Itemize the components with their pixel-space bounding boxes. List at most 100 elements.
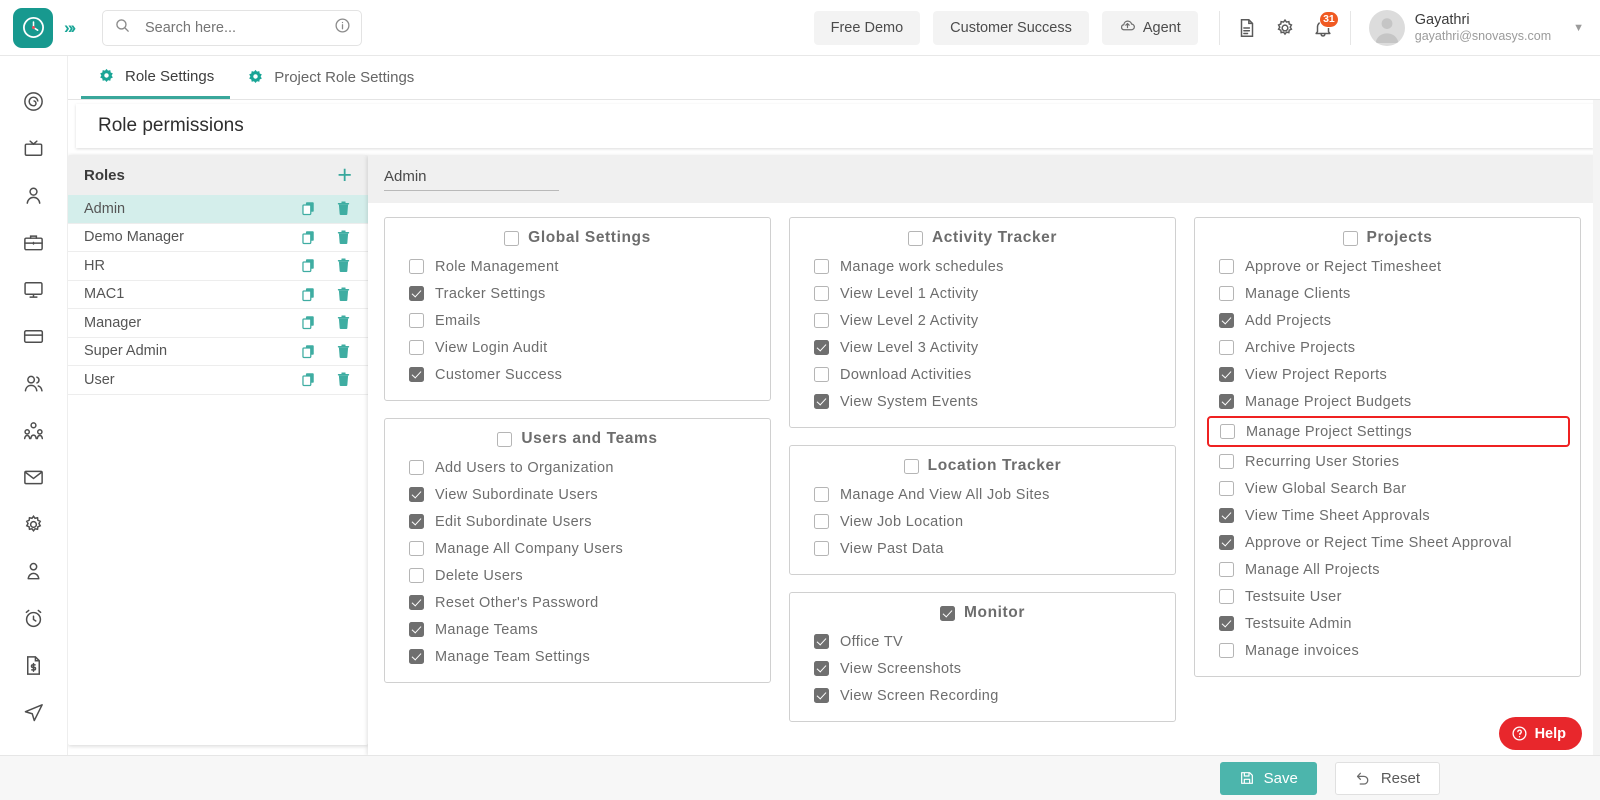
search-input[interactable]	[145, 20, 334, 36]
permission-option[interactable]: Manage work schedules	[790, 253, 1175, 280]
user-info[interactable]: Gayathri gayathri@snovasys.com	[1415, 11, 1551, 45]
add-role-button[interactable]: +	[337, 163, 352, 188]
permission-option[interactable]: Archive Projects	[1195, 334, 1580, 361]
role-row[interactable]: MAC1	[68, 281, 368, 310]
rail-item-settings[interactable]	[11, 501, 57, 548]
role-row[interactable]: Super Admin	[68, 338, 368, 367]
permission-checkbox[interactable]	[1219, 340, 1234, 355]
info-icon[interactable]	[334, 17, 351, 39]
chevron-down-icon[interactable]: ▼	[1573, 22, 1584, 34]
copy-role-button[interactable]	[300, 200, 317, 217]
permission-checkbox[interactable]	[814, 661, 829, 676]
permission-option[interactable]: View Subordinate Users	[385, 481, 770, 508]
permission-checkbox[interactable]	[1219, 286, 1234, 301]
permission-option[interactable]: View Screenshots	[790, 655, 1175, 682]
permission-checkbox[interactable]	[409, 367, 424, 382]
role-row[interactable]: Admin	[68, 195, 368, 224]
permission-group-header[interactable]: Activity Tracker	[790, 229, 1175, 247]
permission-option[interactable]: Manage All Projects	[1195, 556, 1580, 583]
help-button[interactable]: Help	[1499, 717, 1582, 750]
permission-checkbox[interactable]	[814, 340, 829, 355]
avatar[interactable]	[1369, 10, 1405, 46]
permission-option[interactable]: View Job Location	[790, 508, 1175, 535]
permission-checkbox[interactable]	[1219, 643, 1234, 658]
permission-option[interactable]: Add Users to Organization	[385, 454, 770, 481]
permission-checkbox[interactable]	[1219, 394, 1234, 409]
copy-role-button[interactable]	[300, 371, 317, 388]
permission-option[interactable]: View Past Data	[790, 535, 1175, 562]
permission-checkbox[interactable]	[814, 688, 829, 703]
permission-checkbox[interactable]	[409, 568, 424, 583]
permission-checkbox[interactable]	[1220, 424, 1235, 439]
permission-option[interactable]: Manage Teams	[385, 616, 770, 643]
permission-checkbox[interactable]	[1219, 259, 1234, 274]
permission-option[interactable]: View Project Reports	[1195, 361, 1580, 388]
permission-option[interactable]: View System Events	[790, 388, 1175, 415]
permission-option[interactable]: Manage Team Settings	[385, 643, 770, 670]
permission-option[interactable]: Testsuite User	[1195, 583, 1580, 610]
role-row[interactable]: User	[68, 366, 368, 395]
permission-option[interactable]: Download Activities	[790, 361, 1175, 388]
group-checkbox[interactable]	[940, 606, 955, 621]
permission-option[interactable]: View Level 3 Activity	[790, 334, 1175, 361]
permission-option[interactable]: Recurring User Stories	[1195, 448, 1580, 475]
delete-role-button[interactable]	[335, 257, 352, 274]
permission-checkbox[interactable]	[814, 259, 829, 274]
permission-option[interactable]: Manage And View All Job Sites	[790, 481, 1175, 508]
permission-option[interactable]: Approve or Reject Time Sheet Approval	[1195, 529, 1580, 556]
permission-checkbox[interactable]	[814, 487, 829, 502]
permission-group-header[interactable]: Projects	[1195, 229, 1580, 247]
rail-item-projects[interactable]	[11, 219, 57, 266]
copy-role-button[interactable]	[300, 343, 317, 360]
delete-role-button[interactable]	[335, 200, 352, 217]
permission-checkbox[interactable]	[409, 514, 424, 529]
permission-option[interactable]: View Screen Recording	[790, 682, 1175, 709]
permission-checkbox[interactable]	[409, 595, 424, 610]
permission-checkbox[interactable]	[814, 514, 829, 529]
group-checkbox[interactable]	[497, 432, 512, 447]
rail-item-dashboard[interactable]	[11, 78, 57, 125]
permission-option[interactable]: Testsuite Admin	[1195, 610, 1580, 637]
delete-role-button[interactable]	[335, 286, 352, 303]
permission-checkbox[interactable]	[1219, 367, 1234, 382]
reset-button[interactable]: Reset	[1335, 762, 1440, 795]
copy-role-button[interactable]	[300, 314, 317, 331]
rail-item-monitor[interactable]	[11, 266, 57, 313]
delete-role-button[interactable]	[335, 371, 352, 388]
delete-role-button[interactable]	[335, 343, 352, 360]
delete-role-button[interactable]	[335, 314, 352, 331]
permission-checkbox[interactable]	[814, 313, 829, 328]
permission-group-header[interactable]: Global Settings	[385, 229, 770, 247]
permission-checkbox[interactable]	[409, 622, 424, 637]
permission-checkbox[interactable]	[1219, 589, 1234, 604]
free-demo-button[interactable]: Free Demo	[814, 11, 921, 45]
permission-checkbox[interactable]	[409, 340, 424, 355]
settings-button[interactable]	[1266, 9, 1304, 47]
role-row[interactable]: Demo Manager	[68, 224, 368, 253]
permission-checkbox[interactable]	[409, 259, 424, 274]
permission-checkbox[interactable]	[1219, 562, 1234, 577]
customer-success-button[interactable]: Customer Success	[933, 11, 1089, 45]
permission-group-header[interactable]: Users and Teams	[385, 430, 770, 448]
permission-option[interactable]: Add Projects	[1195, 307, 1580, 334]
permission-checkbox[interactable]	[814, 541, 829, 556]
copy-role-button[interactable]	[300, 229, 317, 246]
permission-option[interactable]: Tracker Settings	[385, 280, 770, 307]
rail-item-billing[interactable]	[11, 313, 57, 360]
document-button[interactable]	[1228, 9, 1266, 47]
permission-checkbox[interactable]	[409, 460, 424, 475]
permission-option[interactable]: Manage Clients	[1195, 280, 1580, 307]
permission-option[interactable]: Manage Project Budgets	[1195, 388, 1580, 415]
rail-item-profile[interactable]	[11, 548, 57, 595]
permission-checkbox[interactable]	[409, 313, 424, 328]
permission-option[interactable]: Manage All Company Users	[385, 535, 770, 562]
permission-option[interactable]: View Login Audit	[385, 334, 770, 361]
rail-item-users[interactable]	[11, 172, 57, 219]
group-checkbox[interactable]	[1343, 231, 1358, 246]
group-checkbox[interactable]	[504, 231, 519, 246]
permission-option[interactable]: Role Management	[385, 253, 770, 280]
permission-option[interactable]: View Time Sheet Approvals	[1195, 502, 1580, 529]
copy-role-button[interactable]	[300, 257, 317, 274]
permission-option[interactable]: View Level 1 Activity	[790, 280, 1175, 307]
app-logo[interactable]	[13, 8, 53, 48]
